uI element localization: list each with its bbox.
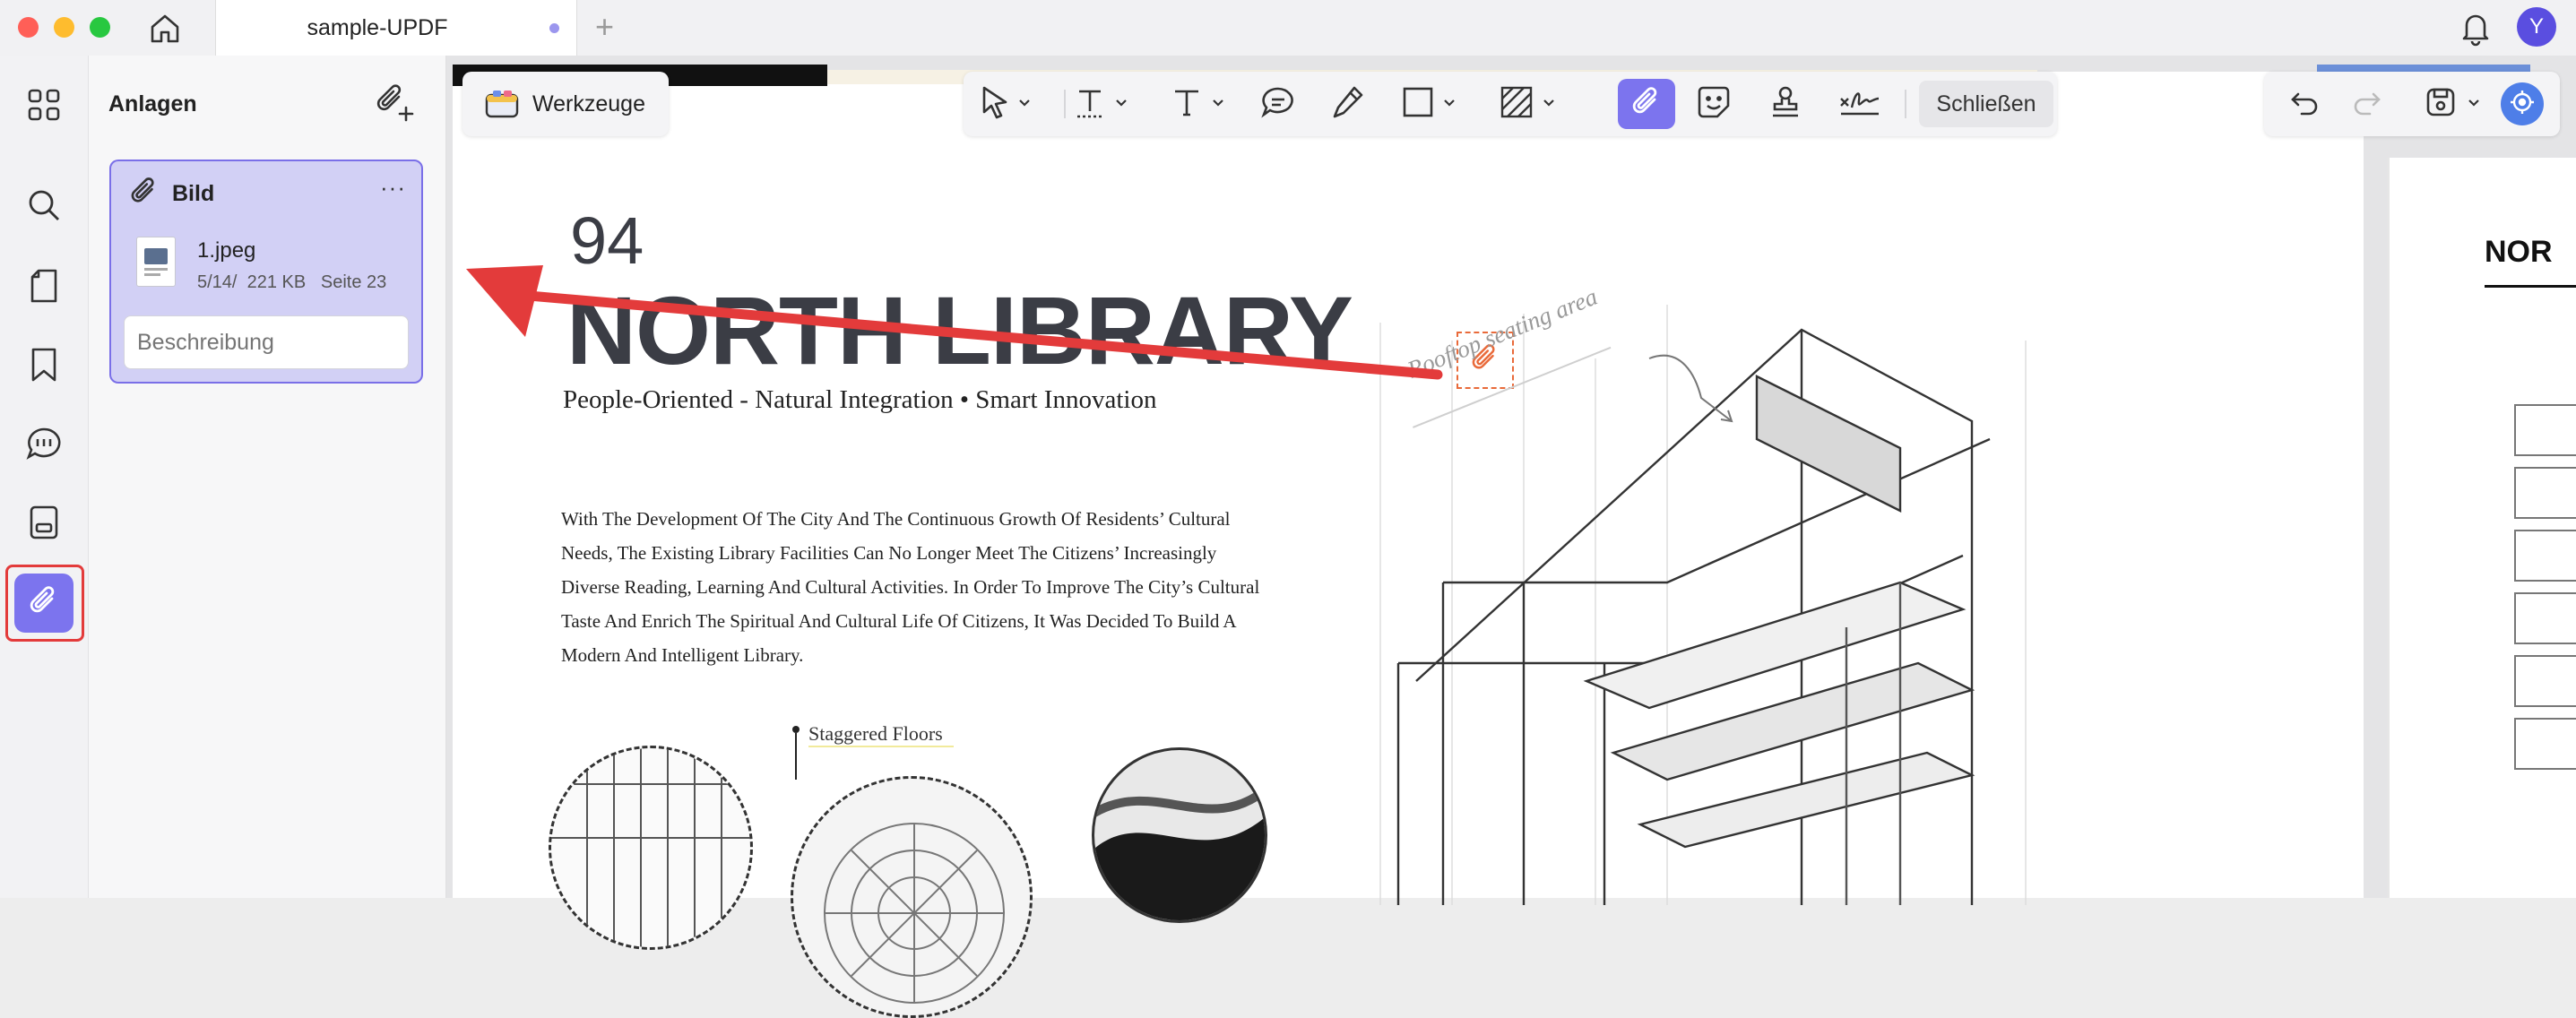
shape-tool-button[interactable]	[1397, 84, 1460, 124]
paperclip-icon	[28, 584, 60, 623]
area-highlight-tool-button[interactable]	[1496, 84, 1559, 124]
signature-tool-button[interactable]	[1833, 84, 1887, 124]
pencil-tool-button[interactable]	[1326, 84, 1370, 124]
staggered-floors-label: Staggered Floors	[808, 722, 943, 745]
search-icon[interactable]	[13, 174, 75, 237]
undo-icon	[2289, 89, 2320, 120]
chevron-down-icon[interactable]	[1018, 96, 1031, 112]
undo-button[interactable]	[2282, 84, 2327, 124]
curved-arrow-icon	[1646, 349, 1735, 435]
close-window-button[interactable]	[18, 17, 39, 38]
attachment-tool-button[interactable]	[1618, 79, 1675, 129]
pages-icon[interactable]	[13, 254, 75, 317]
tab-title: sample-UPDF	[307, 15, 448, 40]
ai-assistant-button[interactable]	[2501, 82, 2544, 125]
attachment-card[interactable]: Bild ··· 1.jpeg 5/14/ 221 KB Seite 23	[109, 160, 423, 384]
jpeg-file-icon	[136, 237, 176, 287]
bell-icon[interactable]	[2458, 9, 2494, 51]
unsaved-dot-icon	[549, 23, 559, 33]
toolbar-divider	[1905, 90, 1906, 118]
chevron-down-icon[interactable]	[1443, 96, 1456, 112]
panel-title: Anlagen	[108, 91, 197, 116]
attachment-file-name: 1.jpeg	[197, 238, 256, 263]
description-input[interactable]	[124, 315, 409, 369]
save-icon	[2425, 86, 2457, 123]
bookmark-icon[interactable]	[13, 333, 75, 396]
add-attachment-icon[interactable]	[374, 82, 415, 128]
stamp-icon	[1768, 84, 1803, 125]
circular-photo-middle	[791, 776, 1033, 1018]
page-gap	[2388, 158, 2390, 898]
sticker-tool-button[interactable]	[1690, 84, 1738, 124]
cursor-icon	[979, 84, 1011, 125]
circular-photo-left	[549, 746, 753, 950]
staggered-underline	[808, 746, 954, 747]
zoom-window-button[interactable]	[90, 17, 110, 38]
text-underline-icon	[1074, 84, 1106, 125]
red-pointer-arrow	[457, 247, 1479, 395]
hatched-area-icon	[1500, 85, 1534, 124]
attachment-file-meta: 5/14/ 221 KB Seite 23	[197, 272, 387, 292]
paperclip-icon	[1630, 85, 1663, 124]
stamp-tool-button[interactable]	[1761, 84, 1810, 124]
attachments-panel: Anlagen Bild ··· 1.jpeg 5/14/ 221 KB Sei…	[89, 56, 446, 898]
toolbar-divider	[1064, 90, 1066, 118]
text-tool-button[interactable]	[1166, 84, 1229, 124]
paperclip-icon	[129, 176, 160, 212]
pencil-icon	[1331, 84, 1365, 125]
minimize-window-button[interactable]	[54, 17, 74, 38]
bullet-dot-icon	[792, 726, 800, 733]
next-page-table	[2511, 337, 2576, 785]
comment-tool-button[interactable]	[1256, 84, 1301, 124]
chevron-down-icon[interactable]	[2468, 96, 2480, 112]
chevron-down-icon[interactable]	[1543, 96, 1555, 112]
sticker-icon	[1696, 84, 1732, 125]
redo-button[interactable]	[2345, 84, 2390, 124]
bullet-line	[795, 733, 797, 780]
rectangle-icon	[1402, 86, 1434, 123]
home-icon[interactable]	[147, 11, 183, 51]
page-body-text: With The Development Of The City And The…	[561, 508, 1260, 666]
new-tab-button[interactable]: +	[595, 7, 614, 47]
save-button[interactable]	[2415, 84, 2490, 124]
redo-icon	[2352, 89, 2382, 120]
attachments-tab-button[interactable]	[14, 574, 73, 633]
text-icon	[1171, 84, 1203, 125]
annotation-toolbar: Schließen	[964, 72, 2057, 136]
chevron-down-icon[interactable]	[1212, 96, 1224, 112]
more-options-button[interactable]: ···	[380, 174, 406, 202]
attachment-type-title: Bild	[172, 181, 215, 206]
close-tool-button[interactable]: Schließen	[1919, 81, 2053, 127]
speech-bubble-icon	[1260, 85, 1296, 124]
right-toolbar	[2264, 72, 2560, 136]
document-tab[interactable]: sample-UPDF	[215, 0, 577, 56]
comments-icon[interactable]	[13, 412, 75, 475]
chevron-down-icon[interactable]	[1115, 96, 1128, 112]
circular-photo-right	[1092, 747, 1267, 923]
next-page-heading: NOR	[2485, 235, 2553, 269]
select-tool-button[interactable]	[976, 84, 1033, 124]
text-underline-tool-button[interactable]	[1069, 84, 1132, 124]
tools-label: Werkzeuge	[532, 91, 645, 116]
signature-icon	[1837, 84, 1882, 125]
thumbnails-icon[interactable]	[13, 73, 75, 136]
toolbox-icon	[484, 88, 520, 125]
tools-button[interactable]: Werkzeuge	[462, 72, 669, 136]
next-page-heading-underline	[2485, 285, 2576, 288]
form-icon[interactable]	[13, 491, 75, 554]
ai-assistant-icon	[2508, 88, 2537, 121]
avatar[interactable]: Y	[2517, 7, 2556, 47]
